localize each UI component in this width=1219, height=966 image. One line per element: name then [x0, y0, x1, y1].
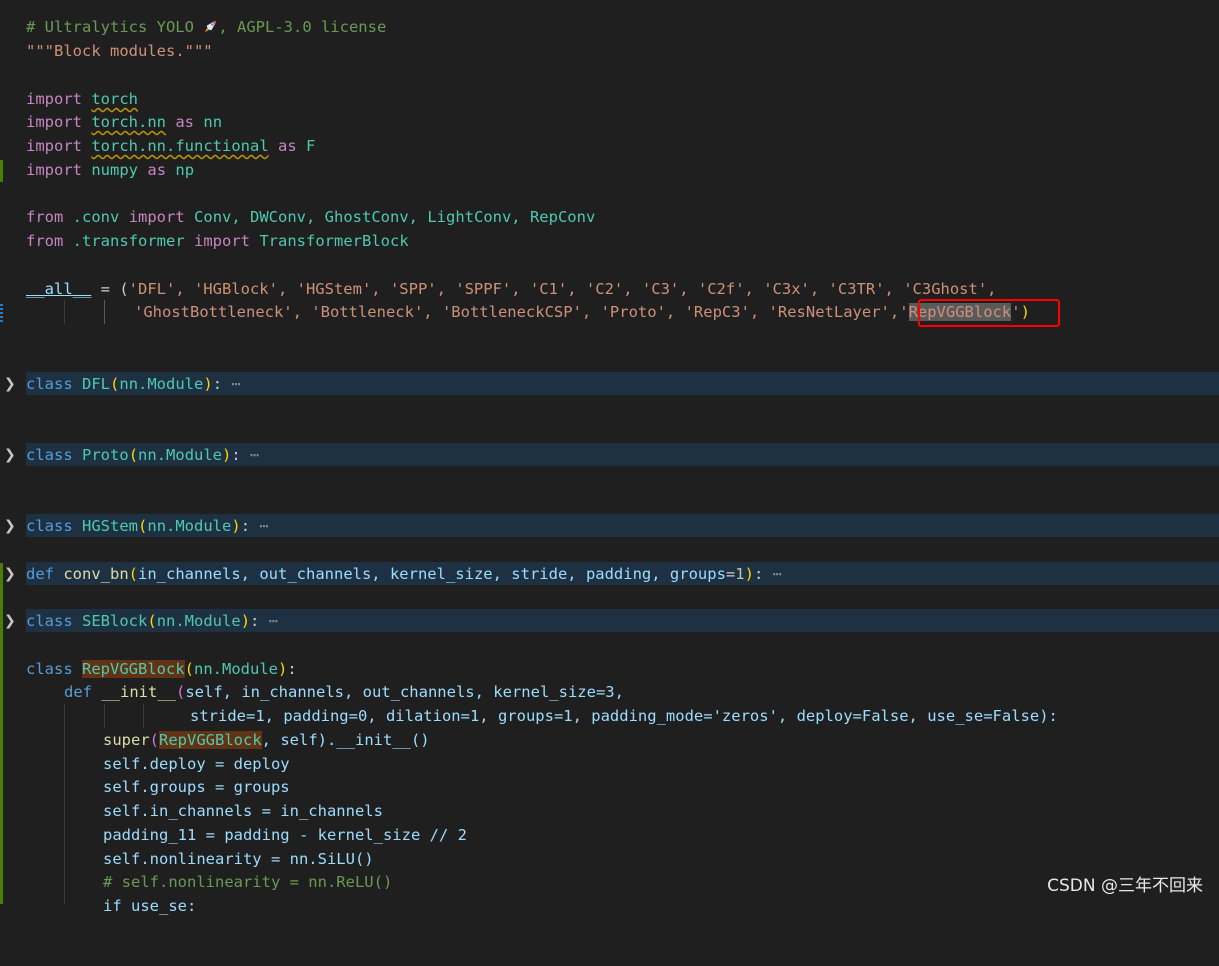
super-call: , self).__init__(): [261, 731, 430, 749]
ellipsis[interactable]: ⋯: [773, 565, 782, 583]
statement: self.groups = groups: [103, 778, 290, 796]
code-line[interactable]: from .conv import Conv, DWConv, GhostCon…: [0, 205, 1219, 229]
function-name: conv_bn: [63, 565, 129, 583]
alias: np: [175, 161, 195, 179]
chevron-right-icon[interactable]: ❯: [4, 372, 20, 396]
imported-names: Conv, DWConv, GhostConv, LightConv, RepC…: [194, 208, 596, 226]
parameters: stride=1, padding=0, dilation=1, groups=…: [190, 707, 1058, 725]
code-line[interactable]: import numpy as np: [0, 158, 1219, 182]
base-class: nn.Module: [119, 375, 204, 393]
code-line[interactable]: def __init__(self, in_channels, out_chan…: [0, 680, 1219, 704]
docstring: """Block modules.""": [26, 42, 213, 60]
code-editor[interactable]: # Ultralytics YOLO , AGPL-3.0 license ""…: [0, 0, 1219, 915]
indent-guide: [64, 300, 65, 324]
operator: = (: [91, 280, 129, 298]
parameters: in_channels, out_channels, kernel_size, …: [138, 565, 726, 583]
ellipsis[interactable]: ⋯: [231, 375, 240, 393]
base-class: nn.Module: [138, 446, 223, 464]
code-line[interactable]: if use_se:: [0, 894, 1219, 918]
keyword: import: [128, 208, 185, 226]
ellipsis[interactable]: ⋯: [250, 446, 259, 464]
keyword: from: [26, 208, 64, 226]
license-text: , AGPL-3.0 license: [218, 18, 387, 36]
ellipsis[interactable]: ⋯: [269, 612, 278, 630]
statement: if use_se:: [103, 897, 197, 915]
code-line[interactable]: import torch.nn as nn: [0, 110, 1219, 134]
highlight-box: [918, 299, 1060, 327]
folded-def-conv-bn[interactable]: ❯ def conv_bn(in_channels, out_channels,…: [0, 562, 1219, 586]
module-name: torch.nn.functional: [91, 137, 269, 155]
module-name: numpy: [91, 161, 139, 179]
code-line[interactable]: class RepVGGBlock(nn.Module):: [0, 657, 1219, 681]
keyword: import: [26, 113, 82, 131]
rocket-icon: [205, 20, 217, 33]
indent-guide: [104, 704, 105, 728]
code-line[interactable]: self.nonlinearity = nn.SiLU(): [0, 847, 1219, 871]
class-name: DFL: [82, 375, 111, 393]
chevron-right-icon[interactable]: ❯: [4, 562, 20, 586]
indent-guide: [64, 704, 65, 904]
class-name: HGStem: [82, 517, 139, 535]
parameters: self, in_channels, out_channels, kernel_…: [185, 683, 624, 701]
keyword: import: [194, 232, 250, 250]
module-name: torch.nn: [91, 113, 166, 131]
watermark: CSDN @三年不回来: [1047, 876, 1203, 896]
indent-guide: [143, 704, 144, 728]
keyword: def: [64, 683, 92, 701]
code-line[interactable]: # self.nonlinearity = nn.ReLU(): [0, 870, 1219, 894]
statement: self.deploy = deploy: [103, 755, 290, 773]
keyword: import: [26, 161, 82, 179]
keyword: as: [147, 161, 167, 179]
ellipsis[interactable]: ⋯: [259, 517, 268, 535]
code-line[interactable]: """Block modules.""": [0, 39, 1219, 63]
statement: self.in_channels = in_channels: [103, 802, 383, 820]
statement: self.nonlinearity = nn.SiLU(): [103, 850, 374, 868]
module-name: torch: [91, 90, 139, 108]
alias: nn: [203, 113, 223, 131]
folded-class-seblock[interactable]: ❯ class SEBlock(nn.Module): ⋯: [0, 609, 1219, 633]
indent-guide: [104, 300, 105, 324]
module-name: .transformer: [72, 232, 185, 250]
code-line[interactable]: from .transformer import TransformerBloc…: [0, 229, 1219, 253]
code-line[interactable]: self.groups = groups: [0, 775, 1219, 799]
chevron-right-icon[interactable]: ❯: [4, 514, 20, 538]
code-line[interactable]: # Ultralytics YOLO , AGPL-3.0 license: [0, 15, 1219, 39]
keyword: import: [26, 90, 82, 108]
module-name: .conv: [72, 208, 120, 226]
folded-class-dfl[interactable]: ❯ class DFL(nn.Module): ⋯: [0, 372, 1219, 396]
comment-text: # self.nonlinearity = nn.ReLU(): [103, 873, 393, 891]
chevron-right-icon[interactable]: ❯: [4, 443, 20, 467]
alias: F: [306, 137, 316, 155]
keyword: from: [26, 232, 64, 250]
folded-class-proto[interactable]: ❯ class Proto(nn.Module): ⋯: [0, 443, 1219, 467]
comment-text: # Ultralytics YOLO: [26, 18, 194, 36]
base-class: nn.Module: [147, 517, 232, 535]
statement: padding_11 = padding - kernel_size // 2: [103, 826, 467, 844]
function-name: __init__: [101, 683, 176, 701]
base-class: nn.Module: [194, 660, 279, 678]
code-line[interactable]: padding_11 = padding - kernel_size // 2: [0, 823, 1219, 847]
folded-class-hgstem[interactable]: ❯ class HGStem(nn.Module): ⋯: [0, 514, 1219, 538]
code-line[interactable]: stride=1, padding=0, dilation=1, groups=…: [0, 704, 1219, 728]
code-line[interactable]: __all__ = ('DFL', 'HGBlock', 'HGStem', '…: [0, 277, 1219, 301]
keyword: class: [26, 660, 73, 678]
keyword: import: [26, 137, 82, 155]
code-line[interactable]: import torch: [0, 87, 1219, 111]
code-line[interactable]: import torch.nn.functional as F: [0, 134, 1219, 158]
class-name: SEBlock: [82, 612, 148, 630]
string-list: 'DFL', 'HGBlock', 'HGStem', 'SPP', 'SPPF…: [128, 280, 997, 298]
class-name: Proto: [82, 446, 129, 464]
code-line[interactable]: self.deploy = deploy: [0, 752, 1219, 776]
imported-names: TransformerBlock: [259, 232, 409, 250]
class-name-ref: RepVGGBlock: [159, 731, 262, 749]
keyword: as: [278, 137, 297, 155]
class-name: RepVGGBlock: [82, 660, 185, 678]
code-line[interactable]: super(RepVGGBlock, self).__init__(): [0, 728, 1219, 752]
chevron-right-icon[interactable]: ❯: [4, 609, 20, 633]
variable: __all__: [26, 280, 92, 298]
code-line[interactable]: self.in_channels = in_channels: [0, 799, 1219, 823]
base-class: nn.Module: [156, 612, 241, 630]
keyword: as: [175, 113, 195, 131]
string-list: 'GhostBottleneck', 'Bottleneck', 'Bottle…: [134, 303, 900, 321]
